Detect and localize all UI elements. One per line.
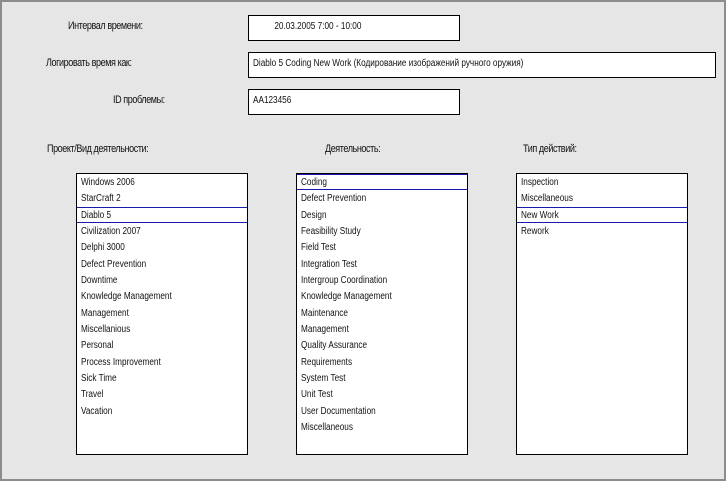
list-item[interactable]: Management [297, 321, 467, 337]
log-time-as-field[interactable]: Diablo 5 Coding New Work (Кодирование из… [248, 52, 716, 78]
action-type-list: Inspection Miscellaneous New Work Rework [517, 174, 687, 239]
list-item-label: Civilization 2007 [81, 225, 141, 237]
time-interval-field[interactable]: 20.03.2005 7:00 - 10:00 [248, 15, 460, 41]
list-item-label: Miscellanious [81, 323, 131, 335]
list-item-label: Defect Prevention [301, 193, 367, 205]
log-time-as-value: Diablo 5 Coding New Work (Кодирование из… [253, 58, 524, 69]
list-item[interactable]: Design [297, 207, 467, 223]
list-item-label: Integration Test [301, 258, 357, 270]
list-item[interactable]: Coding [297, 174, 467, 191]
list-item-label: Intergroup Coordination [301, 274, 388, 286]
list-item[interactable]: Miscellanious [77, 321, 247, 337]
list-item-label: Quality Assurance [301, 340, 368, 352]
list-item[interactable]: Downtime [77, 272, 247, 288]
list-item-label: Downtime [81, 274, 118, 286]
list-item-label: Diablo 5 [81, 209, 112, 221]
list-item[interactable]: StarCraft 2 [77, 190, 247, 206]
list-item[interactable]: Personal [77, 337, 247, 353]
list-item-label: Design [301, 209, 327, 221]
activity-listbox[interactable]: Coding Defect Prevention Design Feasibility… [296, 173, 468, 455]
list-item[interactable]: Integration Test [297, 256, 467, 272]
action-type-list-label: Тип действий: [523, 143, 577, 155]
list-item-label: Field Test [301, 242, 336, 254]
list-item[interactable]: Defect Prevention [297, 190, 467, 206]
list-item-label: Process Improvement [81, 356, 161, 368]
list-item[interactable]: Feasibility Study [297, 223, 467, 239]
list-item[interactable]: Process Improvement [77, 354, 247, 370]
list-item[interactable]: System Test [297, 370, 467, 386]
list-item[interactable]: Diablo 5 [77, 206, 247, 223]
list-item[interactable]: Defect Prevention [77, 256, 247, 272]
list-item-label: User Documentation [301, 405, 376, 417]
list-item-label: Management [301, 323, 349, 335]
list-item[interactable]: Requirements [297, 354, 467, 370]
list-item-label: Vacation [81, 405, 113, 417]
list-item[interactable]: Inspection [517, 174, 687, 190]
list-item[interactable]: Quality Assurance [297, 337, 467, 353]
list-item[interactable]: Sick Time [77, 370, 247, 386]
problem-id-value: AA123456 [253, 95, 292, 106]
list-item[interactable]: Field Test [297, 239, 467, 255]
list-item-label: Knowledge Management [301, 291, 392, 303]
list-item-label: Rework [521, 225, 549, 237]
list-item-label: Defect Prevention [81, 258, 147, 270]
list-item[interactable]: Civilization 2007 [77, 223, 247, 239]
list-item-label: Maintenance [301, 307, 348, 319]
list-item-label: StarCraft 2 [81, 193, 121, 205]
list-item[interactable]: Rework [517, 223, 687, 239]
list-item-label: Feasibility Study [301, 225, 361, 237]
list-item[interactable]: Miscellaneous [297, 419, 467, 435]
list-item-label: Requirements [301, 356, 353, 368]
project-list: Windows 2006 StarCraft 2 Diablo 5 Civilizat… [77, 174, 247, 419]
list-item-label: System Test [301, 372, 346, 384]
list-item-label: Personal [81, 340, 114, 352]
project-listbox[interactable]: Windows 2006 StarCraft 2 Diablo 5 Civilizat… [76, 173, 248, 455]
list-item-label: Knowledge Management [81, 291, 172, 303]
list-item-label: Unit Test [301, 389, 333, 401]
list-item-label: New Work [521, 209, 559, 221]
list-item-label: Coding [301, 177, 327, 188]
list-item[interactable]: Windows 2006 [77, 174, 247, 190]
list-item-label: Management [81, 307, 129, 319]
list-item[interactable]: User Documentation [297, 403, 467, 419]
list-item-label: Sick Time [81, 372, 117, 384]
problem-id-field[interactable]: AA123456 [248, 89, 460, 115]
list-item[interactable]: Delphi 3000 [77, 239, 247, 255]
time-interval-label: Интервал времени: [68, 20, 143, 32]
list-item[interactable]: Intergroup Coordination [297, 272, 467, 288]
list-item-label: Windows 2006 [81, 177, 135, 188]
project-list-label: Проект/Вид деятельности: [47, 143, 149, 155]
list-item[interactable]: Travel [77, 386, 247, 402]
log-time-as-label: Логировать время как: [46, 57, 132, 69]
list-item-label: Delphi 3000 [81, 242, 125, 254]
list-item[interactable]: Maintenance [297, 305, 467, 321]
list-item[interactable]: Unit Test [297, 386, 467, 402]
problem-id-label: ID проблемы: [113, 94, 165, 106]
activity-list: Coding Defect Prevention Design Feasibility… [297, 174, 467, 435]
action-type-listbox[interactable]: Inspection Miscellaneous New Work Rework [516, 173, 688, 455]
list-item[interactable]: Management [77, 305, 247, 321]
list-item[interactable]: New Work [517, 206, 687, 223]
list-item-label: Travel [81, 389, 104, 401]
list-item-label: Miscellaneous [301, 421, 353, 433]
list-item[interactable]: Knowledge Management [297, 288, 467, 304]
time-log-dialog: Интервал времени: 20.03.2005 7:00 - 10:0… [0, 0, 726, 481]
list-item-label: Miscellaneous [521, 193, 573, 205]
time-interval-value: 20.03.2005 7:00 - 10:00 [274, 21, 362, 32]
list-item[interactable]: Knowledge Management [77, 288, 247, 304]
list-item-label: Inspection [521, 177, 559, 188]
list-item[interactable]: Miscellaneous [517, 190, 687, 206]
list-item[interactable]: Vacation [77, 403, 247, 419]
activity-list-label: Деятельность: [325, 143, 381, 155]
